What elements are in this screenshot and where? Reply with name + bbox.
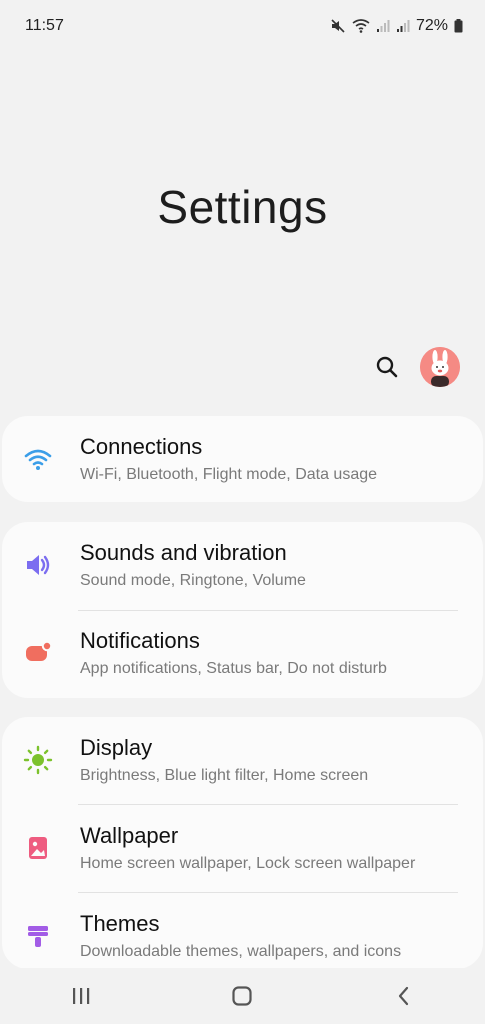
navigation-bar [0,968,485,1024]
settings-item-title: Connections [80,434,203,459]
image-icon [29,837,47,859]
settings-item-title: Wallpaper [80,823,179,848]
recent-apps-icon [72,988,90,1004]
page-title: Settings [157,181,328,233]
settings-item-wallpaper[interactable]: Wallpaper Home screen wallpaper, Lock sc… [2,805,483,891]
settings-item-subtitle: App notifications, Status bar, Do not di… [80,660,387,677]
status-time: 11:57 [25,17,64,34]
bunny-avatar-icon [420,347,460,387]
brush-icon [28,926,48,947]
account-avatar[interactable] [420,347,460,387]
settings-item-sounds[interactable]: Sounds and vibration Sound mode, Rington… [2,522,483,608]
settings-item-notifications[interactable]: Notifications App notifications, Status … [2,610,483,696]
home-button[interactable] [212,968,272,1024]
battery-icon [454,19,463,33]
notification-icon [26,640,53,661]
settings-item-title: Sounds and vibration [80,540,287,565]
recent-apps-button[interactable] [51,968,111,1024]
settings-item-connections[interactable]: Connections Wi-Fi, Bluetooth, Flight mod… [2,416,483,502]
settings-card-sound: Sounds and vibration Sound mode, Rington… [2,522,483,698]
status-bar: 11:57 72% [0,0,485,52]
home-icon [232,986,253,1006]
settings-item-subtitle: Brightness, Blue light filter, Home scre… [80,767,369,784]
back-button[interactable] [374,968,434,1024]
settings-item-title: Themes [80,911,160,936]
settings-item-subtitle: Home screen wallpaper, Lock screen wallp… [80,855,416,872]
back-icon [399,986,409,1006]
status-icons: 72% [330,17,463,35]
wifi-status-icon [352,19,370,33]
signal-icon-2 [396,20,410,32]
settings-item-themes[interactable]: Themes Downloadable themes, wallpapers, … [2,893,483,979]
settings-item-title: Notifications [80,628,200,653]
mute-icon [331,19,345,33]
settings-card-connectivity: Connections Wi-Fi, Bluetooth, Flight mod… [2,416,483,502]
battery-percentage: 72% [415,17,448,34]
settings-item-subtitle: Sound mode, Ringtone, Volume [80,572,306,589]
signal-icon [376,20,390,32]
wifi-icon [24,449,52,470]
search-icon[interactable] [374,354,400,380]
settings-item-subtitle: Wi-Fi, Bluetooth, Flight mode, Data usag… [80,466,378,483]
settings-item-display[interactable]: Display Brightness, Blue light filter, H… [2,717,483,803]
settings-item-subtitle: Downloadable themes, wallpapers, and ico… [80,943,402,960]
settings-card-appearance: Display Brightness, Blue light filter, H… [2,717,483,969]
settings-item-title: Display [80,735,153,760]
sun-icon [23,745,53,775]
speaker-icon [27,555,50,575]
